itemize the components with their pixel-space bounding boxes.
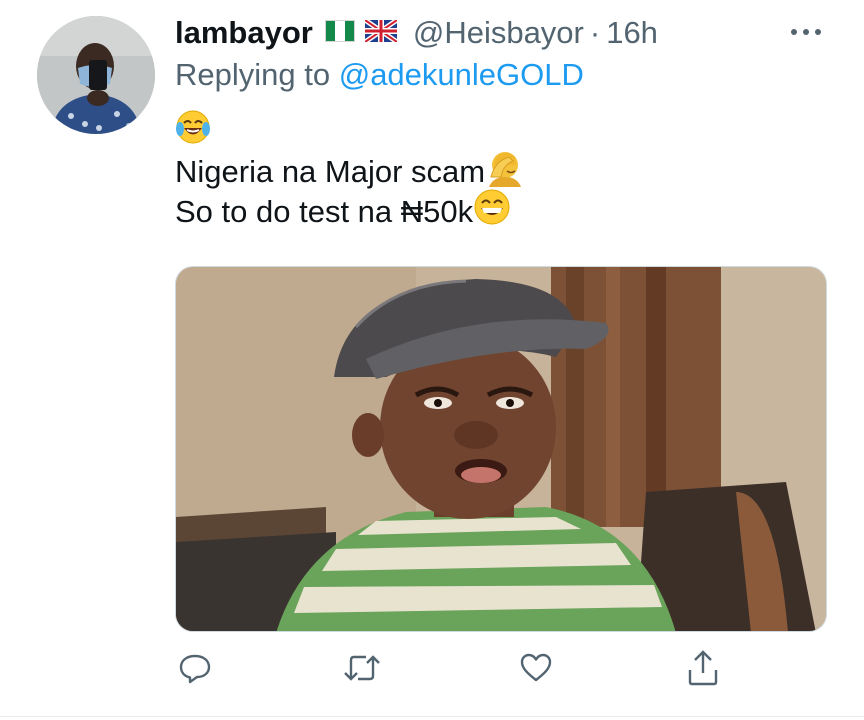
tweet-text-line-2: So to do test na ₦50k: [175, 189, 525, 232]
nigeria-flag-icon: [324, 19, 355, 47]
avatar[interactable]: [37, 16, 155, 134]
reply-mention-link[interactable]: @adekunleGOLD: [339, 57, 584, 92]
separator-dot: ·: [589, 15, 601, 50]
reply-button[interactable]: [173, 648, 217, 692]
tweet-divider: [0, 716, 864, 717]
handle[interactable]: @Heisbayor: [413, 15, 584, 51]
share-button[interactable]: [681, 648, 725, 692]
emoji-line: [175, 109, 525, 155]
face-with-tears-of-joy-icon: [175, 109, 211, 155]
retweet-button[interactable]: [340, 648, 384, 692]
tweet-text-line: So to do test na ₦50k: [175, 194, 474, 229]
timestamp[interactable]: 16h: [606, 15, 658, 51]
tweet-actions: [0, 648, 864, 698]
like-button[interactable]: [514, 648, 558, 692]
tweet-text-line-1: Nigeria na Major scam: [175, 152, 525, 192]
grinning-face-with-smiling-eyes-icon: [473, 188, 511, 236]
replying-to: Replying to @adekunleGOLD: [175, 57, 584, 93]
tweet-text: Nigeria na Major scam So to do test na ₦…: [175, 109, 525, 232]
uk-flag-icon: [363, 17, 399, 47]
tweet[interactable]: lambayor @Heisbayor · 16h Replying to @a…: [0, 0, 864, 720]
retweet-icon: [342, 651, 382, 690]
more-options-icon[interactable]: [788, 24, 824, 40]
display-name[interactable]: lambayor: [175, 15, 313, 51]
reply-icon: [178, 651, 212, 690]
replying-to-label: Replying to: [175, 57, 331, 92]
like-icon: [519, 651, 553, 690]
tweet-text-line: Nigeria na Major scam: [175, 154, 486, 189]
tweet-image[interactable]: [175, 266, 827, 632]
tweet-header: lambayor @Heisbayor · 16h: [175, 12, 658, 54]
share-icon: [686, 649, 720, 692]
